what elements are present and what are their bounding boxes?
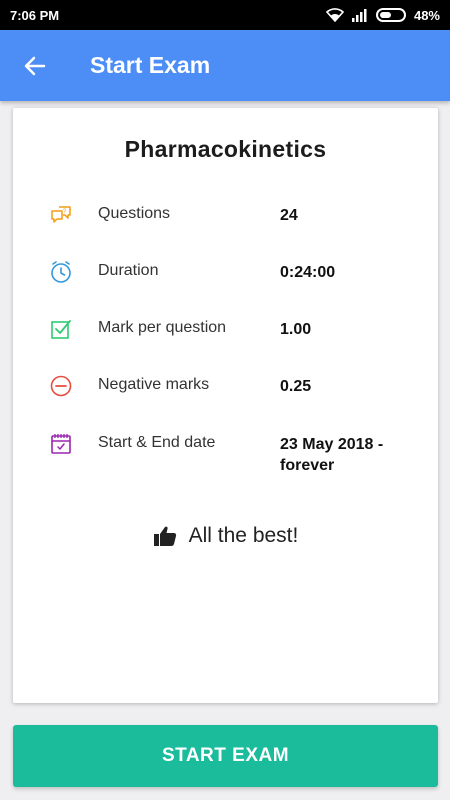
- exam-title: Pharmacokinetics: [124, 136, 327, 162]
- duration-label: Duration: [98, 262, 159, 279]
- signal-icon: [351, 9, 367, 22]
- svg-text:?: ?: [63, 209, 67, 215]
- negative-marks-label: Negative marks: [98, 376, 210, 393]
- start-end-date-label: Start & End date: [98, 434, 216, 451]
- battery-percent: 48%: [413, 7, 440, 23]
- minus-circle-icon: [49, 374, 73, 398]
- page-title: Start Exam: [90, 52, 211, 78]
- status-icons: 48%: [325, 7, 440, 23]
- app-bar: Start Exam: [0, 30, 450, 101]
- all-the-best-message: All the best!: [13, 524, 438, 548]
- status-bar: 7:06 PM 48%: [0, 0, 450, 30]
- back-button[interactable]: [0, 30, 70, 101]
- start-end-date-value: 23 May 2018 - forever: [280, 436, 384, 474]
- duration-value: 0:24:00: [280, 264, 336, 281]
- status-time: 7:06 PM: [10, 7, 60, 23]
- exam-info-card: Pharmacokinetics ? Questions 24 Duration…: [13, 108, 438, 703]
- negative-marks-value: 0.25: [280, 378, 312, 395]
- thumbs-up-icon: [153, 526, 176, 546]
- clock-icon: [49, 260, 73, 284]
- questions-value: 24: [280, 207, 298, 224]
- mark-per-question-label: Mark per question: [98, 319, 227, 336]
- checkbox-icon: [49, 317, 73, 341]
- calendar-icon: [49, 432, 73, 456]
- mark-per-question-value: 1.00: [280, 321, 312, 338]
- wifi-icon: [325, 8, 344, 22]
- start-exam-button[interactable]: START EXAM: [13, 725, 438, 787]
- wish-text: All the best!: [188, 524, 299, 547]
- battery-icon: [375, 8, 406, 22]
- questions-icon: ?: [49, 203, 73, 227]
- arrow-back-icon: [24, 56, 46, 75]
- questions-label: Questions: [98, 205, 171, 222]
